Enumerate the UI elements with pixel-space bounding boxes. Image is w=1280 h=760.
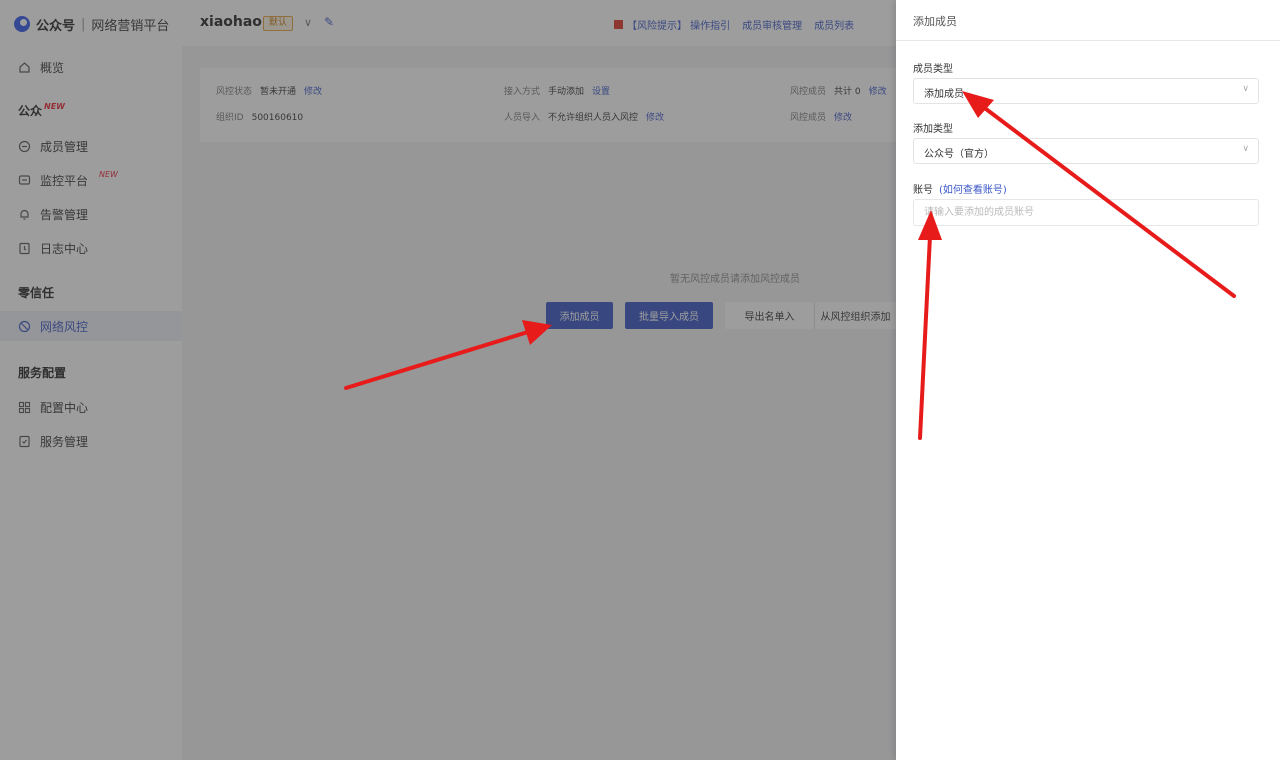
drawer-divider <box>896 40 1280 41</box>
drawer-mask[interactable] <box>0 0 896 760</box>
add-type-select[interactable]: 公众号（官方） ∨ <box>913 138 1259 164</box>
account-help-link[interactable]: (如何查看账号) <box>939 185 1007 196</box>
chevron-down-icon: ∨ <box>1242 84 1249 94</box>
add-type-label: 添加类型 <box>913 124 953 135</box>
add-type-value: 公众号（官方） <box>924 149 994 160</box>
add-member-drawer: 添加成员 成员类型 添加成员 ∨ 添加类型 公众号（官方） ∨ 账号 (如何查看账… <box>896 0 1280 760</box>
account-label-text: 账号 <box>913 185 933 196</box>
account-input[interactable] <box>913 199 1259 226</box>
chevron-down-icon: ∨ <box>1242 144 1249 154</box>
drawer-title: 添加成员 <box>913 15 957 28</box>
account-label: 账号 (如何查看账号) <box>913 181 1007 196</box>
member-type-value: 添加成员 <box>924 89 964 100</box>
member-type-label: 成员类型 <box>913 64 953 75</box>
member-type-select[interactable]: 添加成员 ∨ <box>913 78 1259 104</box>
